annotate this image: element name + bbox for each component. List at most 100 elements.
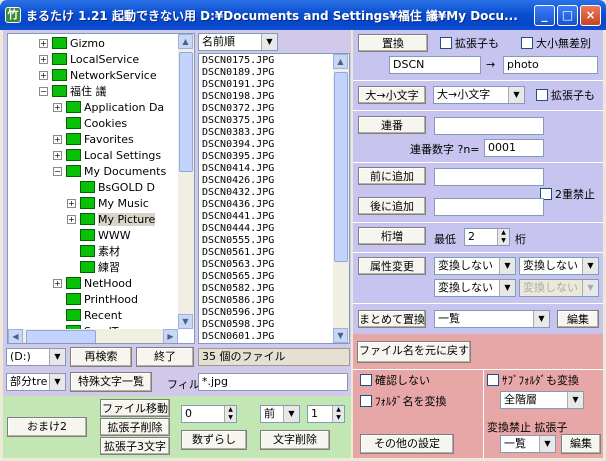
delete-char-button[interactable]: 文字削除 xyxy=(260,430,330,450)
replace-button[interactable]: 置換 xyxy=(358,34,428,52)
restore-names-button[interactable]: ファイル名を元に戻す xyxy=(357,341,471,363)
expander-icon[interactable]: + xyxy=(39,71,48,80)
tree-item[interactable]: 素材 xyxy=(80,244,120,260)
batch-replace-button[interactable]: まとめて置換 xyxy=(358,310,426,328)
expander-icon[interactable]: − xyxy=(39,87,48,96)
file-list-item[interactable]: DSCN0175.JPG xyxy=(199,55,333,67)
batch-edit-button[interactable]: 編集 xyxy=(557,310,599,328)
tree-vscrollbar[interactable]: ▲ ▼ xyxy=(178,34,194,329)
suffix-button[interactable]: 後に追加 xyxy=(358,197,426,215)
expander-icon[interactable]: + xyxy=(53,103,62,112)
file-list-item[interactable]: DSCN0383.JPG xyxy=(199,127,333,139)
expander-icon[interactable]: + xyxy=(39,55,48,64)
subfolder-checkbox[interactable]: ｻﾌﾞﾌｫﾙﾀﾞも変換 xyxy=(487,374,579,387)
spinner-icon[interactable]: ▲ ▼ xyxy=(332,406,344,422)
file-scroll-thumb[interactable] xyxy=(334,72,348,262)
tree-item[interactable]: Cookies xyxy=(66,116,127,132)
file-list-item[interactable]: DSCN0432.JPG xyxy=(199,187,333,199)
file-list-item[interactable]: DSCN0565.JPG xyxy=(199,271,333,283)
minimize-icon[interactable]: _ xyxy=(534,5,555,26)
shift-button[interactable]: 数ずらし xyxy=(181,430,247,450)
tree-item[interactable]: WWW xyxy=(80,228,131,244)
double-ban-checkbox[interactable]: 2重禁止 xyxy=(540,188,595,201)
file-list-item[interactable]: DSCN0372.JPG xyxy=(199,103,333,115)
file-list-item[interactable]: DSCN0414.JPG xyxy=(199,163,333,175)
file-list-item[interactable]: DSCN0395.JPG xyxy=(199,151,333,163)
tree-item[interactable]: − My Documents xyxy=(53,164,166,180)
tree-hscrollbar[interactable]: ◀ ▶ xyxy=(8,329,178,343)
file-move-button[interactable]: ファイル移動 xyxy=(100,399,170,417)
tree-item[interactable]: BsGOLD D xyxy=(80,180,155,196)
file-list-item[interactable]: DSCN0394.JPG xyxy=(199,139,333,151)
position-select[interactable]: 前 ▼ xyxy=(260,405,300,423)
expander-icon[interactable]: + xyxy=(67,215,76,224)
tree-item[interactable]: + LocalService xyxy=(39,52,139,68)
tree-item[interactable]: + Gizmo xyxy=(39,36,105,52)
title-bar[interactable]: 竹 まるたけ 1.21 起動できない用 D:¥Documents and Set… xyxy=(0,0,606,30)
other-settings-button[interactable]: その他の設定 xyxy=(360,434,454,454)
shift-amount-input[interactable]: 0 ▲ ▼ xyxy=(181,405,237,423)
prefix-input[interactable] xyxy=(434,168,544,186)
file-vscrollbar[interactable]: ▲ ▼ xyxy=(333,54,349,343)
file-list-item[interactable]: DSCN0189.JPG xyxy=(199,67,333,79)
spinner-icon[interactable]: ▲ ▼ xyxy=(497,229,509,245)
spinner-icon[interactable]: ▲ ▼ xyxy=(224,406,236,422)
file-list-item[interactable]: DSCN0444.JPG xyxy=(199,223,333,235)
file-list-item[interactable]: DSCN0441.JPG xyxy=(199,211,333,223)
char-count-input[interactable]: 1 ▲ ▼ xyxy=(307,405,345,423)
case-select[interactable]: 大→小文字 ▼ xyxy=(433,86,525,104)
digits-input[interactable]: 2 ▲ ▼ xyxy=(464,228,510,246)
special-char-button[interactable]: 特殊文字一覧 xyxy=(70,372,152,392)
file-list-item[interactable]: DSCN0191.JPG xyxy=(199,79,333,91)
file-list[interactable]: DSCN0175.JPG DSCN0189.JPG DSCN0191.JPG DSCN… xyxy=(198,53,350,344)
suffix-input[interactable] xyxy=(434,198,544,216)
file-list-item[interactable]: DSCN0561.JPG xyxy=(199,247,333,259)
serial-digits-input[interactable]: 0001 xyxy=(484,139,544,157)
tree-item[interactable]: − 福住 議 xyxy=(39,84,107,100)
convban-select[interactable]: 一覧 ▼ xyxy=(500,435,556,453)
expander-icon[interactable]: + xyxy=(53,279,62,288)
replace-from-input[interactable]: DSCN xyxy=(389,56,481,74)
scroll-right-icon[interactable]: ▶ xyxy=(163,329,178,343)
tree-scroll-thumb[interactable] xyxy=(179,52,193,172)
sort-select[interactable]: 名前順 ▼ xyxy=(198,33,278,51)
close-icon[interactable]: × xyxy=(580,5,601,26)
tree-item[interactable]: + Application Da xyxy=(53,100,164,116)
replace-ext-checkbox[interactable]: 拡張子も xyxy=(440,37,499,50)
expander-icon[interactable]: + xyxy=(39,39,48,48)
research-button[interactable]: 再検索 xyxy=(70,347,132,367)
attr-select-3[interactable]: 変換しない ▼ xyxy=(434,279,516,297)
exit-button[interactable]: 終了 xyxy=(136,347,194,367)
file-list-item[interactable]: DSCN0598.JPG xyxy=(199,319,333,331)
convban-edit-button[interactable]: 編集 xyxy=(561,434,601,454)
attr-select-2[interactable]: 変換しない ▼ xyxy=(519,257,599,275)
no-confirm-checkbox[interactable]: 確認しない xyxy=(360,374,430,387)
prefix-button[interactable]: 前に追加 xyxy=(358,167,426,185)
scroll-up-icon[interactable]: ▲ xyxy=(178,34,193,49)
replace-to-input[interactable]: photo xyxy=(503,56,598,74)
file-list-item[interactable]: DSCN0375.JPG xyxy=(199,115,333,127)
tree-item[interactable]: + My Picture xyxy=(67,212,156,228)
case-ext-checkbox[interactable]: 拡張子も xyxy=(536,89,595,102)
folder-convert-checkbox[interactable]: ﾌｫﾙﾀﾞ名を変換 xyxy=(360,395,447,408)
batch-select[interactable]: 一覧 ▼ xyxy=(434,310,550,328)
serial-input[interactable] xyxy=(434,117,544,135)
expander-icon[interactable]: + xyxy=(67,199,76,208)
scroll-up-icon[interactable]: ▲ xyxy=(333,54,348,69)
file-list-item[interactable]: DSCN0582.JPG xyxy=(199,283,333,295)
case-insensitive-checkbox[interactable]: 大小無差別 xyxy=(521,37,591,50)
file-list-item[interactable]: DSCN0436.JPG xyxy=(199,199,333,211)
file-list-item[interactable]: DSCN0426.JPG xyxy=(199,175,333,187)
filter-input[interactable]: *.jpg xyxy=(198,373,348,391)
ext3-button[interactable]: 拡張子3文字 xyxy=(100,437,170,455)
digits-button[interactable]: 桁増 xyxy=(358,227,426,245)
partial-select[interactable]: 部分tre ▼ xyxy=(6,373,66,391)
tree-item[interactable]: + NetworkService xyxy=(39,68,157,84)
tree-hscroll-thumb[interactable] xyxy=(26,330,96,343)
file-list-item[interactable]: DSCN0586.JPG xyxy=(199,295,333,307)
tree-item[interactable]: + NetHood xyxy=(53,276,132,292)
case-button[interactable]: 大→小文字 xyxy=(358,86,426,104)
attr-select-1[interactable]: 変換しない ▼ xyxy=(434,257,516,275)
file-list-item[interactable]: DSCN0601.JPG xyxy=(199,331,333,343)
tree-item[interactable]: 練習 xyxy=(80,260,120,276)
